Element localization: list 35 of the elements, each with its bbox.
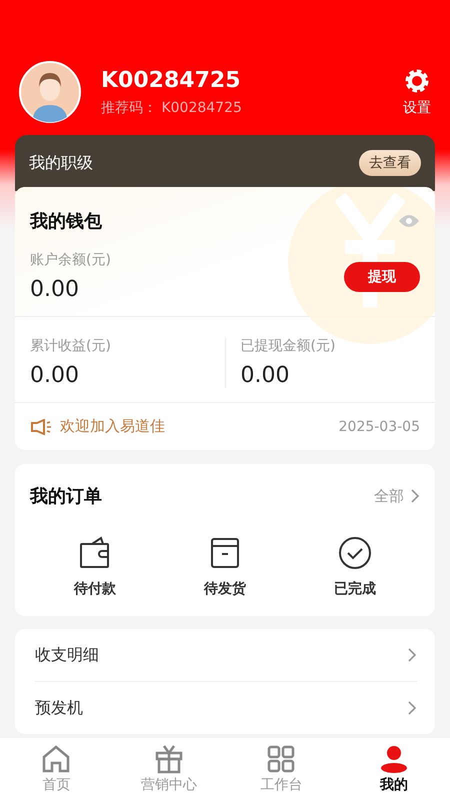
check-circle-icon (338, 536, 372, 570)
rank-title: 我的职级 (29, 152, 93, 174)
notice-date: 2025-03-05 (338, 418, 420, 434)
wallet-icon (78, 536, 112, 570)
chevron-icon (410, 488, 420, 504)
order-status-button[interactable]: 待付款 (30, 536, 160, 598)
stat-value: 0.00 (30, 363, 80, 388)
megaphone-icon (30, 418, 52, 434)
box-icon (208, 536, 242, 570)
balance-value: 0.00 (30, 277, 80, 302)
menu-item[interactable]: 收支明细 (35, 644, 99, 666)
chevron-icon (407, 700, 417, 716)
user-id: K00284725 (101, 68, 242, 92)
stat-label: 已提现金额(元) (240, 337, 336, 355)
withdraw-button[interactable]: 提现 (344, 262, 420, 292)
order-status-button[interactable]: 待发货 (160, 536, 290, 598)
home-icon (41, 744, 72, 774)
avatar (19, 61, 81, 123)
chevron-icon (407, 647, 417, 663)
settings-button[interactable]: 设置 (403, 67, 431, 117)
balance-label: 账户余额(元) (30, 251, 111, 269)
user-icon (378, 744, 409, 774)
stat-label: 累计收益(元) (30, 337, 112, 355)
referral-code: 推荐码： K00284725 (101, 98, 243, 116)
gift-icon (154, 744, 184, 774)
order-status-button[interactable]: 已完成 (290, 536, 420, 598)
eye-icon[interactable] (398, 214, 420, 228)
tab[interactable]: 我的 (338, 738, 450, 800)
stat-value: 0.00 (240, 363, 290, 388)
view-button[interactable]: 去查看 (359, 150, 421, 176)
grid-icon (266, 744, 296, 774)
wallet-title: 我的钱包 (30, 210, 102, 233)
orders-title: 我的订单 (30, 485, 102, 508)
menu-item[interactable]: 预发机 (35, 698, 83, 718)
settings-icon (403, 67, 431, 95)
